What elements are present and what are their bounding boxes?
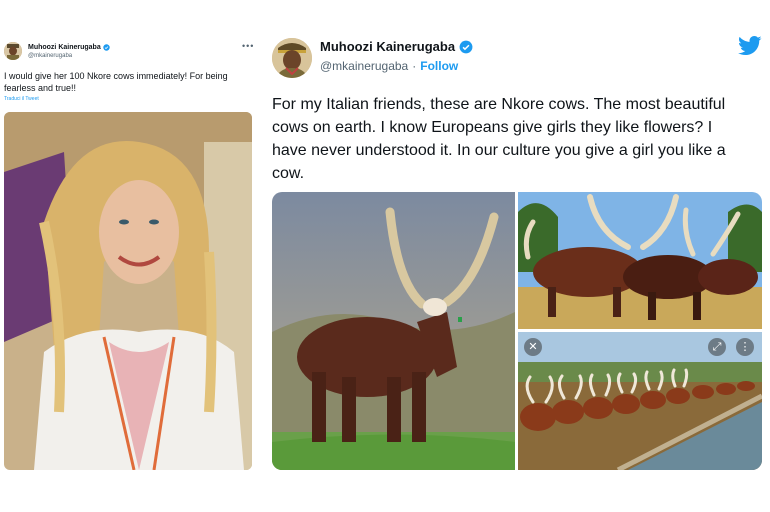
close-icon[interactable]: ✕ bbox=[524, 338, 542, 356]
author-avatar[interactable] bbox=[4, 42, 22, 60]
portrait-photo[interactable] bbox=[4, 112, 252, 470]
author-avatar[interactable] bbox=[272, 38, 312, 78]
more-options-icon[interactable]: ••• bbox=[242, 42, 254, 51]
tweet-text: I would give her 100 Nkore cows immediat… bbox=[4, 71, 228, 93]
expand-icon[interactable]: ⤢ bbox=[708, 338, 726, 356]
verified-badge-icon bbox=[103, 44, 110, 51]
right-tweet-card: Muhoozi Kainerugaba @mkainerugaba · Foll… bbox=[262, 30, 770, 472]
twitter-bird-icon[interactable] bbox=[738, 36, 762, 56]
left-tweet-card: Muhoozi Kainerugaba @mkainerugaba ••• I … bbox=[0, 32, 256, 472]
single-cow-photo[interactable] bbox=[272, 192, 515, 470]
separator-dot: · bbox=[412, 59, 417, 73]
author-name-text[interactable]: Muhoozi Kainerugaba bbox=[320, 39, 455, 54]
herd-photo[interactable] bbox=[518, 192, 762, 329]
handle-row: @mkainerugaba · Follow bbox=[320, 59, 458, 73]
tweet-text: For my Italian friends, these are Nkore … bbox=[272, 96, 726, 182]
follow-button[interactable]: Follow bbox=[420, 59, 458, 73]
more-options-icon[interactable]: ⋮ bbox=[736, 338, 754, 356]
author-name[interactable]: Muhoozi Kainerugaba bbox=[320, 39, 473, 54]
author-handle[interactable]: @mkainerugaba bbox=[28, 53, 72, 59]
verified-badge-icon bbox=[459, 40, 473, 54]
author-name[interactable]: Muhoozi Kainerugaba bbox=[28, 44, 110, 51]
author-name-text[interactable]: Muhoozi Kainerugaba bbox=[28, 44, 101, 51]
author-handle[interactable]: @mkainerugaba bbox=[320, 59, 408, 73]
drinking-cows-photo[interactable]: ✕ ⤢ ⋮ bbox=[518, 332, 762, 470]
media-grid: ✕ ⤢ ⋮ bbox=[272, 192, 762, 470]
translate-link[interactable]: Traduci il Tweet bbox=[4, 96, 39, 102]
